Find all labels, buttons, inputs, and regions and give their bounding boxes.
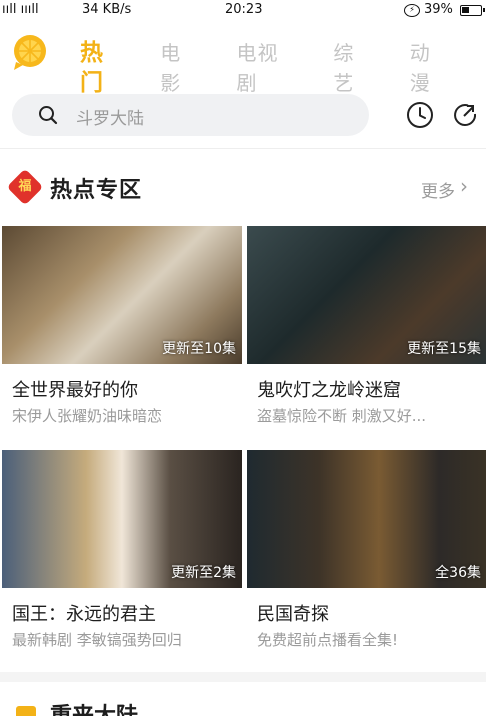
search-input[interactable]: 斗罗大陆	[76, 104, 144, 129]
episode-badge: 更新至15集	[407, 341, 481, 357]
clock-time: 20:23	[225, 2, 263, 17]
clock-icon[interactable]	[406, 101, 434, 129]
section-gap	[0, 672, 486, 682]
video-title[interactable]: 民国奇探	[257, 600, 486, 626]
chevron-right-icon[interactable]: ›	[460, 174, 468, 198]
video-title[interactable]: 鬼吹灯之龙岭迷窟	[257, 376, 486, 402]
battery-percent: 39%	[424, 2, 453, 17]
video-card[interactable]: 更新至15集 鬼吹灯之龙岭迷窟 盗墓惊险不断 刺激又好...	[247, 226, 486, 426]
video-subtitle: 盗墓惊险不断 刺激又好...	[257, 407, 427, 425]
battery-saver-icon: ⚡	[404, 4, 420, 17]
video-card[interactable]: 更新至10集 全世界最好的你 宋伊人张耀奶油味暗恋	[2, 226, 242, 426]
search-bar[interactable]: 斗罗大陆	[12, 94, 369, 136]
battery-icon	[460, 5, 485, 16]
tab-movies[interactable]: 电影	[160, 38, 201, 98]
tab-variety[interactable]: 综艺	[333, 38, 374, 98]
tab-tv-series[interactable]: 电视剧	[236, 38, 298, 98]
top-nav: 热门 电影 电视剧 综艺 动漫	[0, 24, 486, 96]
section-icon	[16, 706, 36, 716]
video-subtitle: 宋伊人张耀奶油味暗恋	[12, 407, 163, 425]
video-thumbnail[interactable]: 更新至10集	[2, 226, 242, 364]
fu-badge-icon: 福	[6, 168, 44, 206]
video-title[interactable]: 国王：永远的君主	[12, 600, 242, 626]
tab-anime[interactable]: 动漫	[410, 38, 451, 98]
episode-badge: 全36集	[435, 565, 481, 581]
episode-badge: 更新至2集	[171, 565, 236, 581]
divider	[0, 148, 486, 149]
orange-logo-icon[interactable]	[10, 32, 50, 72]
share-icon[interactable]	[451, 101, 479, 129]
section-title: 热点专区	[50, 178, 143, 203]
video-thumbnail[interactable]: 更新至2集	[2, 450, 242, 588]
video-card[interactable]: 全36集 民国奇探 免费超前点播看全集!	[247, 450, 486, 650]
video-subtitle: 免费超前点播看全集!	[257, 631, 399, 649]
video-thumbnail[interactable]: 全36集	[247, 450, 486, 588]
video-card[interactable]: 更新至2集 国王：永远的君主 最新韩剧 李敏镐强势回归	[2, 450, 242, 650]
battery-fill	[462, 7, 469, 13]
signal-strength: ııll ıııll	[2, 2, 39, 17]
next-section-title: 重来大陆	[50, 702, 138, 716]
video-thumbnail[interactable]: 更新至15集	[247, 226, 486, 364]
status-bar: ııll ıııll 34 KB/s 20:23 ⚡ 39%	[0, 0, 486, 22]
more-link[interactable]: 更多	[421, 177, 455, 202]
video-subtitle: 最新韩剧 李敏镐强势回归	[12, 631, 182, 649]
episode-badge: 更新至10集	[162, 341, 236, 357]
video-title[interactable]: 全世界最好的你	[12, 376, 242, 402]
category-tabs: 热门 电影 电视剧 综艺 动漫	[80, 38, 486, 98]
fu-badge-char: 福	[18, 179, 32, 194]
search-icon	[39, 106, 58, 125]
network-speed: 34 KB/s	[82, 2, 132, 17]
tab-hot[interactable]: 热门	[80, 38, 127, 98]
